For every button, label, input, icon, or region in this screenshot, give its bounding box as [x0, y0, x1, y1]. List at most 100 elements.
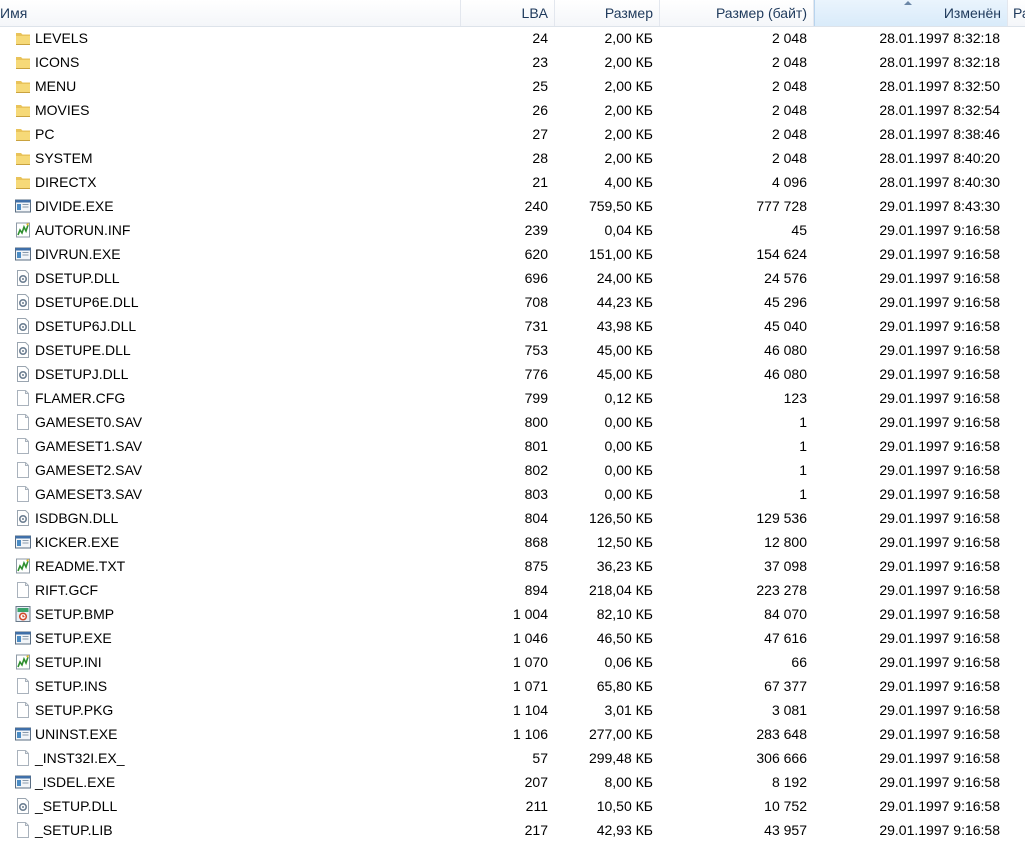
file-lba: 26	[532, 102, 548, 118]
file-row[interactable]: GAMESET2.SAV 802 0,00 КБ 1 29.01.1997 9:16:5…	[0, 458, 1025, 482]
file-lba: 1 004	[512, 606, 548, 622]
file-name: _INST32I.EX_	[35, 750, 125, 766]
file-row[interactable]: KICKER.EXE 868 12,50 КБ 12 800 29.01.1997 9:…	[0, 530, 1025, 554]
file-row[interactable]: DIVRUN.EXE 620 151,00 КБ 154 624 29.01.1997 …	[0, 242, 1025, 266]
file-row[interactable]: README.TXT 875 36,23 КБ 37 098 29.01.1997 9:…	[0, 554, 1025, 578]
blank-file-icon	[14, 749, 32, 767]
file-size-bytes: 283 648	[756, 726, 807, 742]
file-row[interactable]: _SETUP.DLL 211 10,50 КБ 10 752 29.01.1997 9:…	[0, 794, 1025, 818]
dll-file-icon	[14, 317, 32, 335]
file-name: GAMESET2.SAV	[35, 462, 143, 478]
file-row[interactable]: ICONS 23 2,00 КБ 2 048 28.01.1997 8:32:18	[0, 50, 1025, 74]
file-modified: 29.01.1997 9:16:58	[879, 486, 1000, 502]
file-row[interactable]: SETUP.INS 1 071 65,80 КБ 67 377 29.01.1997 9…	[0, 674, 1025, 698]
executable-icon	[14, 629, 32, 647]
file-row[interactable]: DSETUPE.DLL 753 45,00 КБ 46 080 29.01.1997 9…	[0, 338, 1025, 362]
file-row[interactable]: LEVELS 24 2,00 КБ 2 048 28.01.1997 8:32:18	[0, 26, 1025, 50]
file-row[interactable]: PC 27 2,00 КБ 2 048 28.01.1997 8:38:46	[0, 122, 1025, 146]
file-modified: 28.01.1997 8:40:20	[879, 150, 1000, 166]
file-row[interactable]: UNINST.EXE 1 106 277,00 КБ 283 648 29.01.199…	[0, 722, 1025, 746]
file-size: 2,00 КБ	[604, 54, 653, 70]
file-lba: 875	[524, 558, 548, 574]
file-size: 82,10 КБ	[596, 606, 653, 622]
file-row[interactable]: DIRECTX 21 4,00 КБ 4 096 28.01.1997 8:40:30	[0, 170, 1025, 194]
file-row[interactable]: SETUP.PKG 1 104 3,01 КБ 3 081 29.01.1997 9:1…	[0, 698, 1025, 722]
file-row[interactable]: MOVIES 26 2,00 КБ 2 048 28.01.1997 8:32:54	[0, 98, 1025, 122]
file-lba: 800	[524, 414, 548, 430]
column-header-modified-label: Изменён	[943, 5, 1001, 21]
file-row[interactable]: DSETUP6J.DLL 731 43,98 КБ 45 040 29.01.1997 …	[0, 314, 1025, 338]
file-name: SETUP.INS	[35, 678, 108, 694]
file-name: LEVELS	[35, 30, 88, 46]
file-size-bytes: 46 080	[764, 342, 807, 358]
file-lba: 801	[524, 438, 548, 454]
file-row[interactable]: GAMESET1.SAV 801 0,00 КБ 1 29.01.1997 9:16:5…	[0, 434, 1025, 458]
file-name: MOVIES	[35, 102, 90, 118]
file-lba: 27	[532, 126, 548, 142]
column-header-lba[interactable]: LBA	[461, 0, 555, 26]
file-lba: 211	[525, 798, 548, 814]
file-size: 0,06 КБ	[604, 654, 653, 670]
file-size-bytes: 45 296	[764, 294, 807, 310]
file-row[interactable]: _INST32I.EX_ 57 299,48 КБ 306 666 29.01.1997…	[0, 746, 1025, 770]
file-row[interactable]: GAMESET0.SAV 800 0,00 КБ 1 29.01.1997 9:16:5…	[0, 410, 1025, 434]
file-modified: 29.01.1997 9:16:58	[879, 630, 1000, 646]
file-row[interactable]: GAMESET3.SAV 803 0,00 КБ 1 29.01.1997 9:16:5…	[0, 482, 1025, 506]
file-size-bytes: 1	[799, 462, 807, 478]
file-size-bytes: 2 048	[771, 126, 807, 142]
file-modified: 29.01.1997 9:16:58	[879, 534, 1000, 550]
file-modified: 28.01.1997 8:32:50	[879, 78, 1000, 94]
file-row[interactable]: DSETUPJ.DLL 776 45,00 КБ 46 080 29.01.1997 9…	[0, 362, 1025, 386]
sort-ascending-icon	[904, 1, 912, 5]
column-header-size[interactable]: Размер	[555, 0, 660, 26]
file-name: _ISDEL.EXE	[35, 774, 116, 790]
column-header-bar: Имя LBA Размер Размер (байт) Изменён Ра	[0, 0, 1025, 27]
file-modified: 29.01.1997 9:16:58	[879, 822, 1000, 838]
executable-icon	[14, 773, 32, 791]
file-size-bytes: 2 048	[771, 54, 807, 70]
column-header-modified[interactable]: Изменён	[814, 0, 1008, 26]
file-row[interactable]: SETUP.INI 1 070 0,06 КБ 66 29.01.1997 9:16:5…	[0, 650, 1025, 674]
blank-file-icon	[14, 677, 32, 695]
column-header-size-bytes[interactable]: Размер (байт)	[660, 0, 814, 26]
file-row[interactable]: SETUP.EXE 1 046 46,50 КБ 47 616 29.01.1997 9…	[0, 626, 1025, 650]
file-row[interactable]: _SETUP.LIB 217 42,93 КБ 43 957 29.01.1997 9:…	[0, 818, 1025, 842]
file-size: 759,50 КБ	[588, 198, 653, 214]
file-size-bytes: 306 666	[756, 750, 807, 766]
file-row[interactable]: _ISDEL.EXE 207 8,00 КБ 8 192 29.01.1997 9:16…	[0, 770, 1025, 794]
dll-file-icon	[14, 269, 32, 287]
file-row[interactable]: DIVIDE.EXE 240 759,50 КБ 777 728 29.01.1997 …	[0, 194, 1025, 218]
file-name: GAMESET1.SAV	[35, 438, 143, 454]
file-row[interactable]: FLAMER.CFG 799 0,12 КБ 123 29.01.1997 9:16:5…	[0, 386, 1025, 410]
file-lba: 894	[524, 582, 548, 598]
file-lba: 217	[524, 822, 548, 838]
file-size-bytes: 129 536	[756, 510, 807, 526]
file-size: 2,00 КБ	[604, 30, 653, 46]
file-row[interactable]: ISDBGN.DLL 804 126,50 КБ 129 536 29.01.1997 …	[0, 506, 1025, 530]
dll-file-icon	[14, 293, 32, 311]
file-lba: 802	[524, 462, 548, 478]
file-lba: 1 104	[512, 702, 548, 718]
file-row[interactable]: AUTORUN.INF 239 0,04 КБ 45 29.01.1997 9:16:5…	[0, 218, 1025, 242]
file-size: 4,00 КБ	[604, 174, 653, 190]
file-size-bytes: 2 048	[771, 30, 807, 46]
file-row[interactable]: DSETUP6E.DLL 708 44,23 КБ 45 296 29.01.1997 …	[0, 290, 1025, 314]
folder-icon	[14, 53, 32, 71]
file-lba: 776	[524, 366, 548, 382]
file-name: KICKER.EXE	[35, 534, 120, 550]
file-row[interactable]: SETUP.BMP 1 004 82,10 КБ 84 070 29.01.1997 9…	[0, 602, 1025, 626]
file-modified: 28.01.1997 8:32:18	[879, 54, 1000, 70]
file-row[interactable]: DSETUP.DLL 696 24,00 КБ 24 576 29.01.1997 9:…	[0, 266, 1025, 290]
file-row[interactable]: SYSTEM 28 2,00 КБ 2 048 28.01.1997 8:40:20	[0, 146, 1025, 170]
file-name: SETUP.EXE	[35, 630, 112, 646]
file-row[interactable]: MENU 25 2,00 КБ 2 048 28.01.1997 8:32:50	[0, 74, 1025, 98]
file-size: 2,00 КБ	[604, 150, 653, 166]
file-modified: 29.01.1997 9:16:58	[879, 606, 1000, 622]
column-header-extra[interactable]: Ра	[1008, 0, 1025, 26]
file-row[interactable]: RIFT.GCF 894 218,04 КБ 223 278 29.01.1997 9:…	[0, 578, 1025, 602]
file-size: 2,00 КБ	[604, 78, 653, 94]
file-name: _SETUP.LIB	[35, 822, 113, 838]
column-header-name[interactable]: Имя	[0, 0, 461, 26]
settings-file-icon	[14, 653, 32, 671]
file-size: 0,12 КБ	[604, 390, 653, 406]
